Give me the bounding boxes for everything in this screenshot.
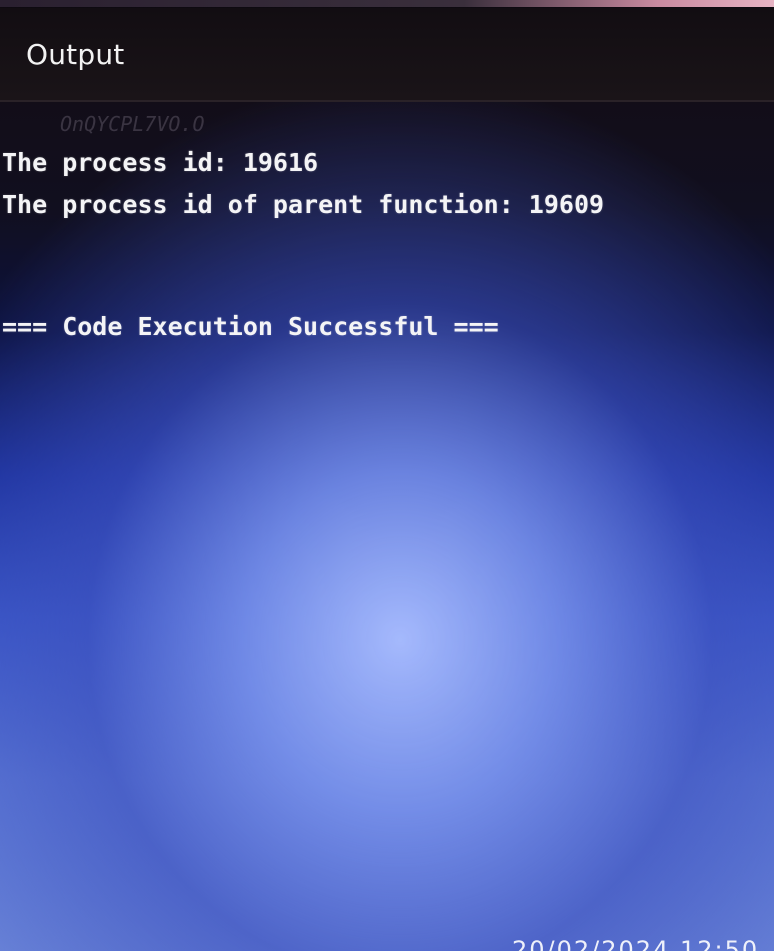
console-line-execution-status: === Code Execution Successful ===	[2, 312, 499, 341]
window-top-edge	[0, 0, 774, 7]
console-output-area[interactable]: OnQYCPL7VO.O The process id: 19616 The p…	[0, 100, 774, 951]
output-title: Output	[26, 38, 125, 71]
faint-background-text: OnQYCPL7VO.O	[60, 112, 205, 136]
console-line-parent-process-id: The process id of parent function: 19609	[2, 190, 605, 219]
photo-timestamp: 20/02/2024 12:50	[512, 936, 760, 951]
console-line-process-id: The process id: 19616	[2, 148, 319, 177]
output-header: Output	[0, 8, 774, 102]
